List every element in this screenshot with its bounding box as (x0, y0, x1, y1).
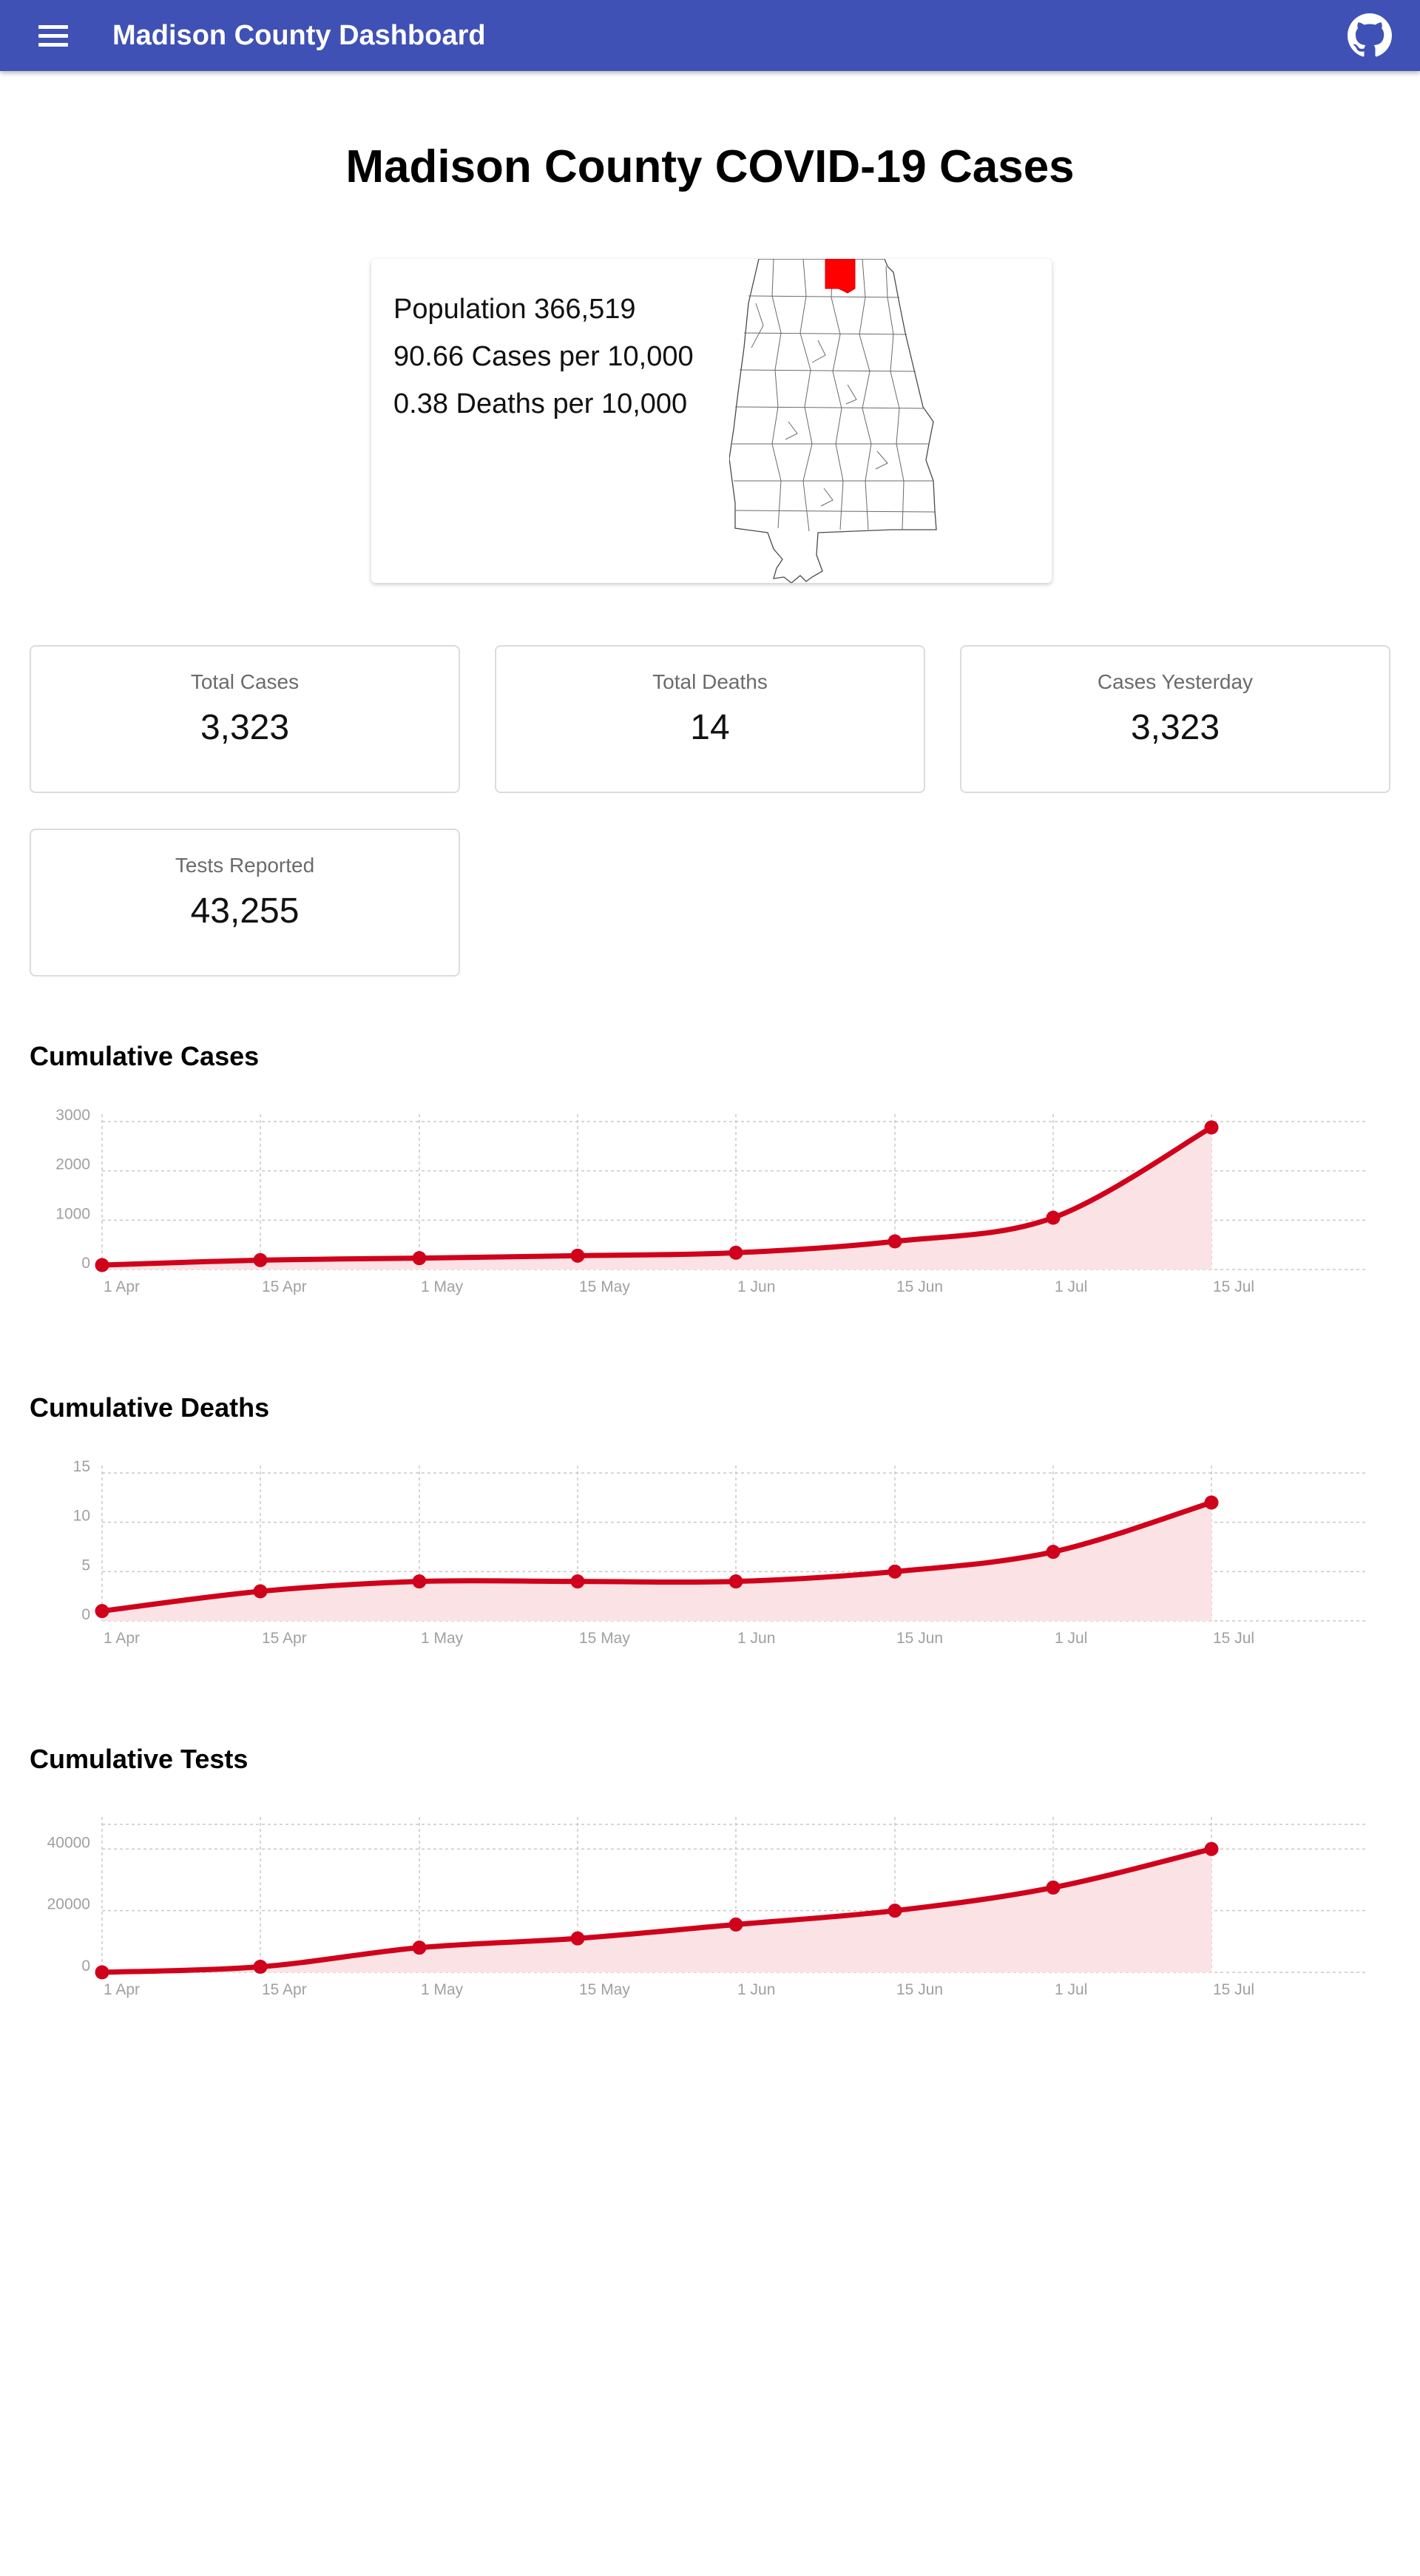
x-tick-label: 1 May (421, 1630, 464, 1647)
data-point[interactable] (253, 1584, 268, 1599)
data-point[interactable] (728, 1245, 743, 1260)
stat-label: Total Cases (190, 670, 300, 693)
county-stats: Population 366,519 90.66 Cases per 10,00… (393, 286, 694, 428)
x-tick-label: 1 Apr (104, 1981, 140, 1998)
x-tick-label: 15 May (579, 1278, 630, 1295)
x-tick-label: 15 Jun (896, 1981, 943, 1998)
x-tick-label: 15 Apr (262, 1278, 307, 1295)
data-point[interactable] (1204, 1841, 1219, 1856)
cumulative-deaths-chart: 0 5 10 15 1 Apr 15 Apr 1 May 15 May 1 Jun 15 Jun 1… (73, 1458, 1367, 1647)
page-title: Madison County COVID-19 Cases (345, 141, 1075, 192)
github-icon[interactable] (1348, 13, 1392, 58)
data-point[interactable] (1046, 1210, 1061, 1225)
y-tick-label: 3000 (55, 1107, 90, 1124)
x-tick-label: 15 Jul (1213, 1981, 1254, 1998)
y-tick-label: 0 (81, 1958, 90, 1975)
stat-value: 43,255 (190, 891, 300, 931)
deaths-rate-text: 0.38 Deaths per 10,000 (393, 388, 688, 419)
data-point[interactable] (253, 1960, 268, 1974)
stat-card-total-deaths: Total Deaths 14 (495, 645, 925, 793)
data-point[interactable] (412, 1251, 427, 1266)
cumulative-cases-title: Cumulative Cases (30, 1041, 260, 1071)
x-tick-label: 1 Jul (1055, 1278, 1087, 1295)
stat-value: 14 (690, 708, 730, 747)
y-tick-label: 0 (81, 1255, 90, 1272)
population-text: Population 366,519 (393, 294, 636, 325)
data-point[interactable] (570, 1574, 585, 1589)
x-tick-label: 15 Apr (262, 1630, 307, 1647)
data-point[interactable] (728, 1917, 743, 1932)
x-tick-label: 15 Apr (262, 1981, 307, 1998)
stat-card-cases-yesterday: Cases Yesterday 3,323 (960, 645, 1390, 793)
area-fill (102, 1503, 1211, 1621)
data-point[interactable] (253, 1252, 268, 1267)
data-point[interactable] (1204, 1495, 1219, 1510)
data-point[interactable] (570, 1248, 585, 1263)
data-point[interactable] (570, 1931, 585, 1946)
app-bar: Madison County Dashboard (0, 0, 1420, 71)
y-tick-label: 2000 (55, 1156, 90, 1173)
data-point[interactable] (412, 1574, 427, 1589)
x-tick-label: 1 May (421, 1981, 464, 1998)
x-tick-label: 15 May (579, 1630, 630, 1647)
stat-value: 3,323 (1130, 708, 1220, 747)
data-point[interactable] (728, 1574, 743, 1589)
y-tick-label: 0 (81, 1606, 90, 1623)
y-tick-label: 5 (81, 1557, 90, 1574)
x-tick-label: 15 Jul (1213, 1630, 1254, 1647)
x-tick-label: 1 Jun (737, 1278, 775, 1295)
x-tick-label: 1 Jul (1055, 1630, 1087, 1647)
alabama-county-map (729, 259, 937, 583)
app-title: Madison County Dashboard (112, 20, 486, 51)
cumulative-tests-chart: 0 20000 40000 1 Apr 15 Apr 1 May 15 May 1 Jun 15… (47, 1817, 1367, 1998)
data-point[interactable] (1046, 1545, 1061, 1560)
data-point[interactable] (888, 1904, 902, 1918)
stat-card-tests-reported: Tests Reported 43,255 (30, 829, 460, 977)
cumulative-cases-chart: 0 1000 2000 3000 1 Apr 15 Apr 1 May 15 May 1 Jun… (55, 1107, 1367, 1295)
data-point[interactable] (95, 1604, 109, 1619)
y-tick-label: 15 (73, 1458, 90, 1475)
data-point[interactable] (1046, 1880, 1061, 1895)
x-tick-label: 1 Jun (737, 1630, 775, 1647)
stat-card-total-cases: Total Cases 3,323 (30, 645, 460, 793)
y-tick-label: 40000 (47, 1834, 90, 1851)
data-point[interactable] (95, 1965, 109, 1980)
data-point[interactable] (888, 1234, 902, 1249)
menu-icon[interactable] (30, 16, 77, 55)
x-tick-label: 1 May (421, 1278, 464, 1295)
county-info-card: Population 366,519 90.66 Cases per 10,00… (371, 259, 1052, 583)
x-tick-label: 15 Jun (896, 1278, 943, 1295)
stat-label: Tests Reported (175, 854, 315, 877)
cumulative-tests-title: Cumulative Tests (30, 1744, 248, 1774)
x-tick-label: 1 Apr (104, 1278, 140, 1295)
area-fill (102, 1127, 1211, 1270)
x-tick-label: 1 Jun (737, 1981, 775, 1998)
data-point[interactable] (95, 1258, 109, 1272)
data-point[interactable] (412, 1941, 427, 1955)
x-tick-label: 15 May (579, 1981, 630, 1998)
stat-value: 3,323 (200, 708, 290, 747)
x-tick-label: 1 Jul (1055, 1981, 1087, 1998)
stat-label: Cases Yesterday (1097, 670, 1254, 693)
x-tick-label: 15 Jun (896, 1630, 943, 1647)
y-tick-label: 20000 (47, 1896, 90, 1913)
cumulative-deaths-title: Cumulative Deaths (30, 1392, 270, 1423)
data-point[interactable] (1204, 1120, 1219, 1135)
y-tick-label: 10 (73, 1508, 90, 1525)
x-tick-label: 1 Apr (104, 1630, 140, 1647)
stat-label: Total Deaths (652, 670, 768, 693)
data-point[interactable] (888, 1564, 902, 1579)
cases-rate-text: 90.66 Cases per 10,000 (393, 341, 694, 372)
x-tick-label: 15 Jul (1213, 1278, 1254, 1295)
y-tick-label: 1000 (55, 1205, 90, 1222)
